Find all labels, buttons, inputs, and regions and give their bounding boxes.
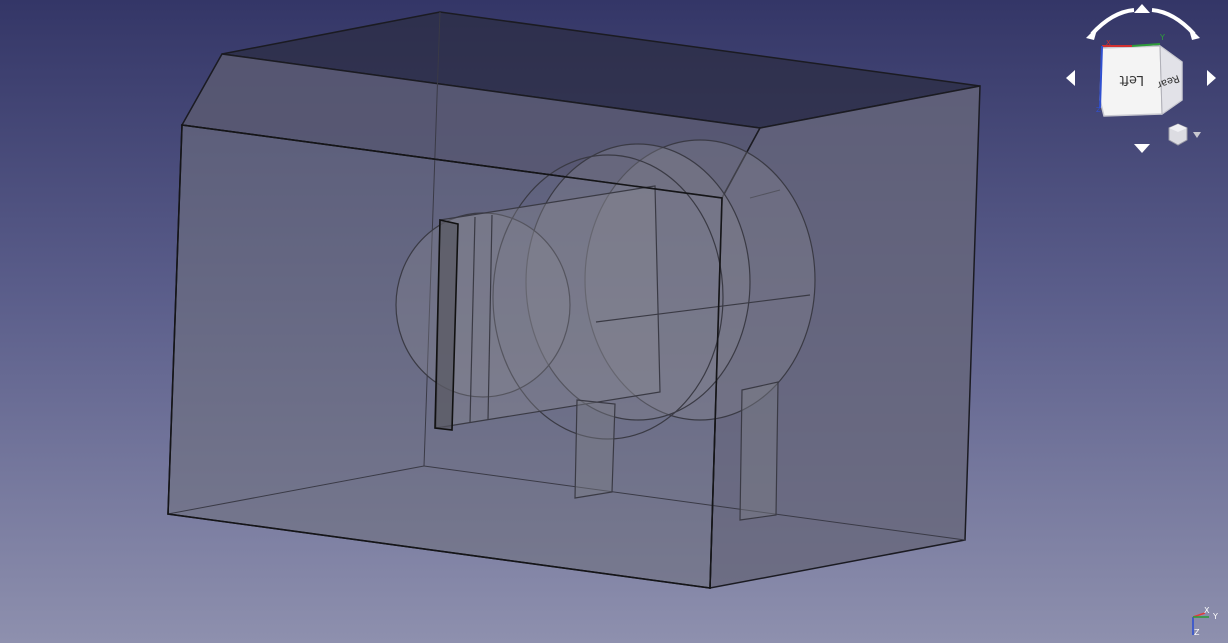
arrow-right-icon[interactable] [1207,70,1216,86]
navcube-axis-x-label: X [1106,39,1111,47]
model-scene[interactable] [0,0,1228,643]
triad-z-label: Z [1194,628,1200,637]
arrow-down-icon[interactable] [1134,144,1150,153]
3d-viewport[interactable]: Left Rear X Y Z X Y Z [0,0,1228,643]
navigation-cube[interactable]: Left Rear X Y Z [1062,0,1228,160]
triad-y-label: Y [1212,612,1218,621]
arrow-left-icon[interactable] [1066,70,1075,86]
axis-triad: X Y Z [1185,603,1225,643]
navcube-axis-y-label: Y [1159,33,1165,42]
rotate-left-arc-icon[interactable] [1090,8,1135,36]
navcube-face-left[interactable]: Left [1120,72,1144,87]
navcube-axis-z-label: Z [1096,106,1101,114]
view-menu-dropdown-icon [1193,132,1201,138]
rotate-right-arc-icon[interactable] [1151,8,1196,36]
arrow-up-icon[interactable] [1134,4,1150,13]
view-menu-button[interactable] [1168,123,1201,146]
triad-x-label: X [1204,606,1210,615]
